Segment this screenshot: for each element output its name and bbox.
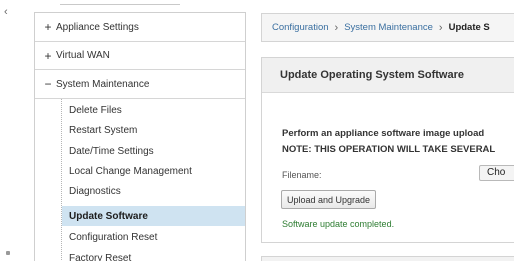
sidebar-item-label: Factory Reset xyxy=(69,252,132,261)
sidebar-item-diagnostics[interactable]: Diagnostics xyxy=(62,181,245,201)
sidebar-nav: + Appliance Settings + Virtual WAN − Sys… xyxy=(34,12,246,261)
panel-header: Update Operating System Software xyxy=(262,58,514,93)
sidebar-item-local-change-management[interactable]: Local Change Management xyxy=(62,161,245,181)
instruction-text: Perform an appliance software image uplo… xyxy=(282,128,485,139)
expand-icon: + xyxy=(44,20,52,34)
page: ‹ + Appliance Settings + Virtual WAN − S… xyxy=(0,0,514,261)
panel-title: Update Operating System Software xyxy=(280,69,464,81)
sidebar-item-label: Update Software xyxy=(69,210,148,222)
choose-file-button[interactable]: Cho xyxy=(479,165,514,181)
chevron-left-icon[interactable]: ‹ xyxy=(4,6,8,18)
update-software-panel: Update Operating System Software Perform… xyxy=(261,57,514,243)
status-message: Software update completed. xyxy=(282,219,395,229)
sidebar-item-label: Delete Files xyxy=(69,104,122,116)
sidebar-item-configuration-reset[interactable]: Configuration Reset xyxy=(62,227,245,247)
sidebar-item-date-time-settings[interactable]: Date/Time Settings xyxy=(62,141,245,161)
sidebar-item-restart-system[interactable]: Restart System xyxy=(62,120,245,140)
nav-group-label: Virtual WAN xyxy=(56,50,110,61)
upload-and-upgrade-button[interactable]: Upload and Upgrade xyxy=(281,190,377,209)
sidebar-item-update-software[interactable]: Update Software xyxy=(62,206,245,226)
sidebar-item-label: Configuration Reset xyxy=(69,231,158,243)
sidebar-item-label: Date/Time Settings xyxy=(69,145,154,157)
nav-group-virtual-wan[interactable]: + Virtual WAN xyxy=(35,42,245,70)
warning-note: NOTE: THIS OPERATION WILL TAKE SEVERAL xyxy=(282,144,496,155)
sidebar-item-label: Diagnostics xyxy=(69,185,121,197)
breadcrumb-item-system-maintenance[interactable]: System Maintenance xyxy=(344,22,433,33)
collapse-icon: − xyxy=(44,77,52,91)
expand-icon: + xyxy=(44,48,52,63)
nav-group-label: System Maintenance xyxy=(56,78,150,90)
sidebar-item-label: Local Change Management xyxy=(69,165,192,177)
nav-group-appliance-settings[interactable]: + Appliance Settings xyxy=(35,13,245,42)
corner-marker-icon xyxy=(6,251,10,255)
sidebar-item-label: Restart System xyxy=(69,124,138,136)
breadcrumb: Configuration › System Maintenance › Upd… xyxy=(261,13,514,42)
top-edge-element xyxy=(60,0,180,5)
breadcrumb-separator-icon: › xyxy=(334,21,339,34)
breadcrumb-item-configuration[interactable]: Configuration xyxy=(272,22,329,33)
filename-label: Filename: xyxy=(282,170,322,180)
sidebar-item-factory-reset[interactable]: Factory Reset xyxy=(62,248,245,261)
breadcrumb-item-current: Update S xyxy=(448,22,490,33)
breadcrumb-separator-icon: › xyxy=(438,21,443,34)
lower-panel-header xyxy=(261,256,514,261)
nav-group-label: Appliance Settings xyxy=(56,21,139,33)
nav-group-system-maintenance[interactable]: − System Maintenance xyxy=(35,70,245,99)
sidebar-item-delete-files[interactable]: Delete Files xyxy=(62,100,245,120)
panel-body: Perform an appliance software image uplo… xyxy=(262,93,514,242)
